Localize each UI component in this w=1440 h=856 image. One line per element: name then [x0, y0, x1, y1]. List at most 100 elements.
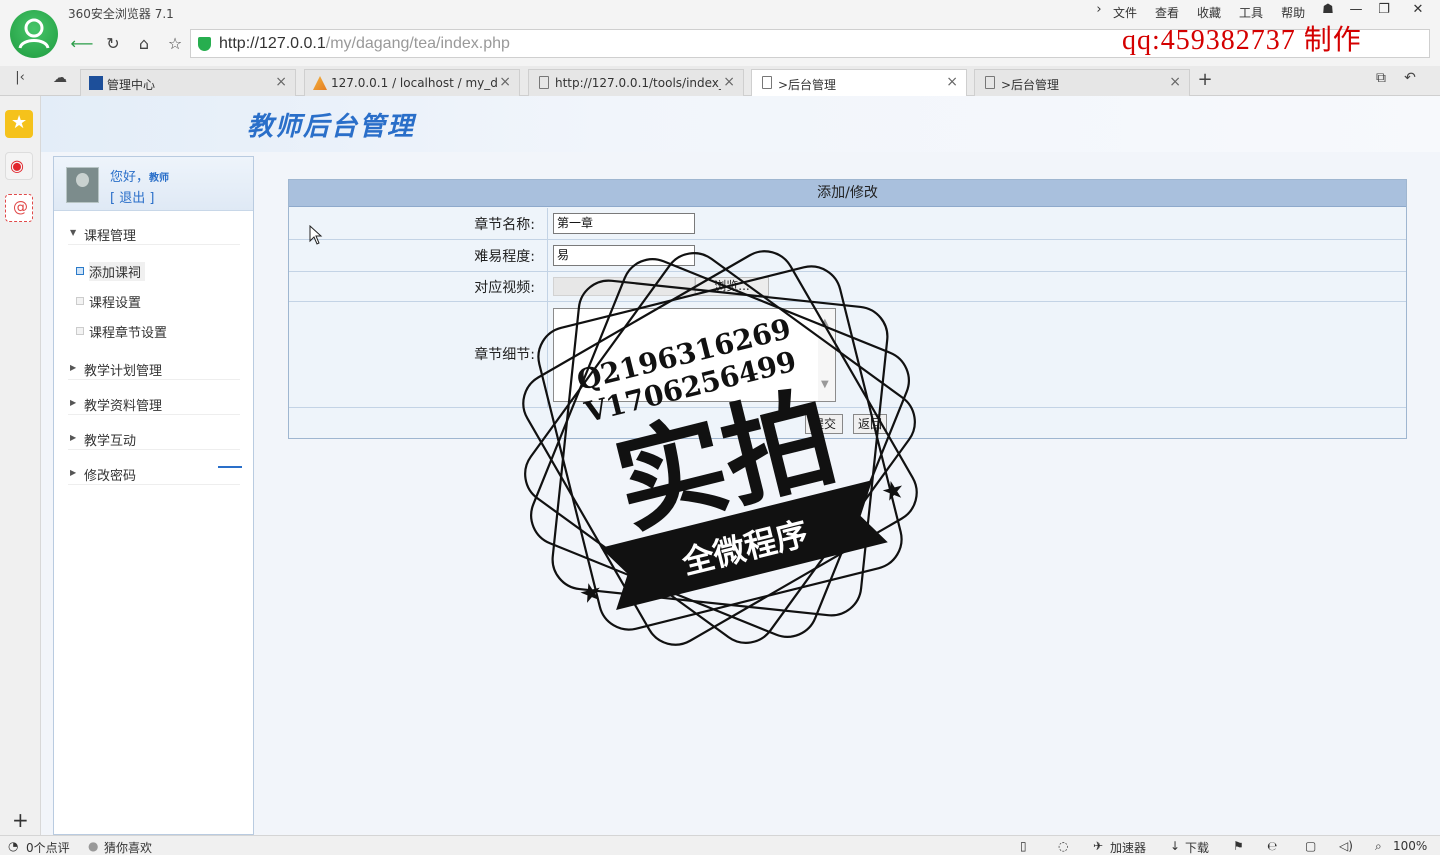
group-course-management[interactable]: ▼ 课程管理 — [68, 223, 240, 245]
undo-close-icon[interactable]: ↶ — [1398, 70, 1422, 92]
avatar — [66, 167, 99, 203]
detail-label: 章节细节: — [474, 347, 535, 363]
close-icon[interactable]: × — [499, 74, 511, 90]
textarea-scrollbar[interactable]: ▲ ▼ — [818, 309, 835, 401]
scroll-down-icon[interactable]: ▼ — [821, 379, 829, 390]
bullet-icon — [76, 327, 84, 335]
zoom-icon: ⌕ — [1375, 839, 1382, 853]
restore-button[interactable]: ❐ — [1372, 2, 1396, 22]
row-chapter-name: 章节名称: 第一章 — [289, 208, 1406, 240]
mobile-icon[interactable]: ▯ — [1020, 839, 1027, 853]
detail-textarea[interactable]: ▲ ▼ — [553, 308, 836, 402]
favorite-star-button[interactable]: ☆ — [163, 34, 187, 56]
ie-icon[interactable]: ℮ — [1267, 839, 1277, 853]
window-icon[interactable]: ▢ — [1305, 839, 1316, 853]
scroll-up-icon[interactable]: ▲ — [821, 317, 829, 328]
browser-sidebar: ★ ◉ @ + — [0, 96, 41, 835]
guess-you-like[interactable]: 猜你喜欢 — [104, 839, 152, 856]
logout-link[interactable]: [ 退出 ] — [110, 187, 154, 206]
user-role: 教师 — [149, 173, 170, 184]
close-window-button[interactable]: ✕ — [1406, 2, 1430, 22]
tab-tools[interactable]: http://127.0.0.1/tools/index_i × — [528, 69, 744, 96]
row-video: 对应视频: 浏览... — [289, 272, 1406, 302]
accelerator-icon: ✈ — [1093, 839, 1104, 853]
site-favicon-icon — [89, 76, 103, 90]
add-icon[interactable]: + — [12, 808, 29, 832]
difficulty-cell: 易 — [547, 240, 695, 271]
collapse-sidebar-icon[interactable]: |‹ — [8, 70, 32, 92]
tab-list-icon[interactable]: ⧉ — [1369, 70, 1393, 92]
comment-icon: ◔ — [8, 839, 19, 853]
download-button[interactable]: 下载 — [1185, 839, 1209, 856]
document-icon — [539, 76, 549, 89]
page-header: 教师后台管理 — [41, 96, 1440, 152]
user-icon — [18, 18, 50, 49]
download-icon: ↓ — [1170, 839, 1181, 853]
close-icon[interactable]: × — [723, 74, 735, 90]
group-teaching-plan[interactable]: ▶ 教学计划管理 — [68, 358, 240, 380]
zoom-level[interactable]: 100% — [1393, 839, 1427, 853]
cloud-icon[interactable]: ☁ — [48, 70, 72, 92]
url-text[interactable]: http://127.0.0.1/my/dagang/tea/index.php — [219, 35, 510, 53]
difficulty-input[interactable]: 易 — [553, 245, 695, 266]
menu-item-label: 课程设置 — [89, 296, 142, 311]
video-file-input[interactable] — [553, 277, 695, 296]
mouse-cursor-icon — [309, 225, 323, 245]
caret-right-icon: ▶ — [70, 468, 77, 477]
bullet-icon — [76, 267, 84, 275]
phpmyadmin-icon — [313, 76, 327, 90]
back-button[interactable]: ⟵ — [70, 34, 94, 56]
close-icon[interactable]: × — [275, 74, 287, 90]
browse-button[interactable]: 浏览... — [695, 277, 769, 296]
caret-down-icon: ▼ — [70, 228, 77, 237]
flag-icon[interactable]: ⚑ — [1233, 839, 1244, 853]
form-heading: 添加/修改 — [289, 180, 1406, 207]
tab-phpmyadmin[interactable]: 127.0.0.1 / localhost / my_da × — [304, 69, 520, 96]
browser-logo[interactable] — [10, 10, 58, 58]
active-underline — [218, 466, 242, 468]
chapter-name-input[interactable]: 第一章 — [553, 213, 695, 234]
group-teaching-materials[interactable]: ▶ 教学资料管理 — [68, 393, 240, 415]
row-difficulty: 难易程度: 易 — [289, 240, 1406, 272]
greeting-text: 您好， — [110, 170, 150, 185]
speed-icon[interactable]: ◌ — [1058, 839, 1068, 853]
mail-icon[interactable]: @ — [5, 194, 33, 222]
new-tab-button[interactable]: + — [1193, 69, 1217, 91]
refresh-button[interactable]: ↻ — [101, 34, 125, 56]
weibo-icon[interactable]: ◉ — [5, 152, 33, 180]
tab-label: 127.0.0.1 / localhost / my_da — [331, 76, 497, 90]
group-change-password[interactable]: ▶ 修改密码 — [68, 463, 242, 485]
group-label: 教学资料管理 — [84, 399, 163, 414]
shield-icon — [198, 37, 211, 51]
accelerator-button[interactable]: 加速器 — [1110, 839, 1146, 856]
favorites-star-icon[interactable]: ★ — [5, 110, 33, 138]
tab-label: http://127.0.0.1/tools/index_i — [555, 76, 721, 90]
tab-label: >后台管理 — [778, 78, 837, 92]
chapter-name-cell: 第一章 — [547, 208, 695, 239]
tab-admin-center[interactable]: 管理中心 × — [80, 69, 296, 96]
close-icon[interactable]: × — [946, 74, 958, 90]
home-button[interactable]: ⌂ — [132, 34, 156, 56]
caret-right-icon: ▶ — [70, 398, 77, 407]
group-label: 课程管理 — [84, 229, 137, 244]
tab-bar: |‹ ☁ 管理中心 × 127.0.0.1 / localhost / my_d… — [0, 66, 1440, 97]
submit-button[interactable]: 提交 — [805, 414, 843, 434]
group-teaching-interaction[interactable]: ▶ 教学互动 — [68, 428, 240, 450]
difficulty-label: 难易程度: — [474, 249, 535, 265]
page-title: 教师后台管理 — [247, 112, 416, 142]
comments-count[interactable]: 0个点评 — [26, 839, 70, 856]
page-content: 教师后台管理 您好，教师 [ 退出 ] ▼ 课程管理 添加课祠 课程设置 课程章… — [41, 96, 1440, 835]
admin-sidebar: 您好，教师 [ 退出 ] ▼ 课程管理 添加课祠 课程设置 课程章节设置 ▶ 教… — [53, 156, 254, 835]
url-path: /my/dagang/tea/index.php — [325, 35, 510, 52]
tab-backend[interactable]: >后台管理 × — [974, 69, 1190, 96]
menu-item-label: 课程章节设置 — [89, 326, 168, 341]
row-detail: 章节细节: ▲ ▼ — [289, 302, 1406, 408]
row-actions: 提交 返回 — [289, 408, 1406, 438]
url-host: http://127.0.0.1 — [219, 35, 326, 52]
back-form-button[interactable]: 返回 — [853, 414, 887, 434]
caret-right-icon: ▶ — [70, 433, 77, 442]
sound-icon[interactable]: ◁) — [1339, 839, 1353, 853]
close-icon[interactable]: × — [1169, 74, 1181, 90]
tab-label: 管理中心 — [107, 78, 156, 92]
tab-backend-active[interactable]: >后台管理 × — [751, 69, 967, 97]
